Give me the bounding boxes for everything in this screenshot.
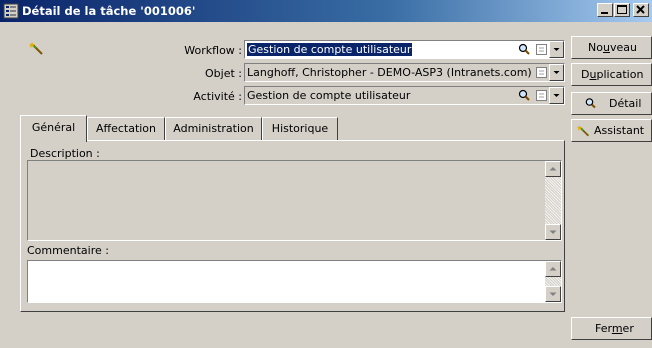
title-bar[interactable]: Détail de la tâche '001006' [0,0,652,22]
tab-affectation[interactable]: Affectation [87,117,165,140]
tab-historique-label: Historique [271,122,329,135]
chevron-down-icon [553,48,560,51]
commentaire-label: Commentaire : [27,244,109,257]
fermer-label-mnemonic: m [611,322,623,335]
tab-affectation-label: Affectation [95,122,157,135]
scroll-track[interactable] [545,277,561,286]
arrow-up-icon [549,167,557,171]
workflow-label: Workflow : [184,44,242,57]
window-title: Détail de la tâche '001006' [22,4,196,18]
commentaire-textarea[interactable] [27,260,562,303]
workflow-value: Gestion de compte utilisateur [247,43,413,56]
description-label: Description : [30,147,100,160]
minimize-button[interactable] [597,3,613,17]
scroll-down-button[interactable] [545,224,561,240]
chevron-down-icon [553,94,560,97]
activite-label: Activité : [193,90,242,103]
zoom-detail-icon[interactable] [534,42,549,57]
tab-administration-label: Administration [173,122,254,135]
objet-field[interactable]: Langhoff, Christopher - DEMO-ASP3 (Intra… [244,63,565,82]
scroll-up-button[interactable] [545,161,561,177]
zoom-detail-icon[interactable] [534,88,549,103]
arrow-down-icon [549,230,557,234]
workflow-dropdown-button[interactable] [549,41,564,58]
search-icon[interactable] [517,42,532,57]
duplication-button[interactable]: Duplication [571,63,652,86]
tab-administration[interactable]: Administration [165,117,262,140]
duplication-label-post: plication [596,68,644,81]
fermer-label-post: er [622,322,634,335]
maximize-button[interactable] [614,3,630,17]
scroll-track[interactable] [545,177,561,224]
close-button[interactable] [633,3,649,17]
detail-label: Détail [609,97,642,110]
close-icon [636,5,645,14]
wizard-wand-icon [29,42,43,55]
task-detail-window: Détail de la tâche '001006' Workflow : G… [0,0,652,348]
arrow-down-icon [549,292,557,296]
assistant-button[interactable]: Assistant [571,119,652,142]
nouveau-label-post: veau [609,41,637,54]
tab-general-label: Général [31,121,76,134]
chevron-down-icon [553,71,560,74]
assistant-label: Assistant [594,124,645,137]
commentaire-scrollbar[interactable] [545,261,561,302]
fermer-label-pre: Fer [595,322,612,335]
fermer-button[interactable]: Fermer [571,317,652,340]
nouveau-button[interactable]: Nouveau [571,36,652,59]
workflow-field[interactable]: Gestion de compte utilisateur [244,40,565,59]
nouveau-label-mnemonic: u [602,41,610,54]
scroll-up-button[interactable] [545,261,561,277]
scroll-down-button[interactable] [545,286,561,302]
wizard-wand-icon [577,125,589,137]
search-icon [585,98,596,109]
description-scrollbar[interactable] [545,161,561,240]
objet-dropdown-button[interactable] [549,64,564,81]
objet-label: Objet : [205,67,242,80]
activite-field[interactable]: Gestion de compte utilisateur [244,86,565,105]
task-window-icon [3,3,19,19]
activite-dropdown-button[interactable] [549,87,564,104]
maximize-icon [617,5,627,14]
detail-button[interactable]: Détail [571,92,652,115]
minimize-icon [601,12,608,14]
objet-value: Langhoff, Christopher - DEMO-ASP3 (Intra… [247,66,532,79]
arrow-up-icon [549,267,557,271]
activite-value: Gestion de compte utilisateur [247,89,411,102]
description-textarea[interactable] [27,160,562,241]
nouveau-label-pre: No [588,41,603,54]
tab-general[interactable]: Général [20,115,87,142]
tab-historique[interactable]: Historique [262,117,338,140]
zoom-detail-icon[interactable] [534,65,549,80]
search-icon[interactable] [517,88,532,103]
